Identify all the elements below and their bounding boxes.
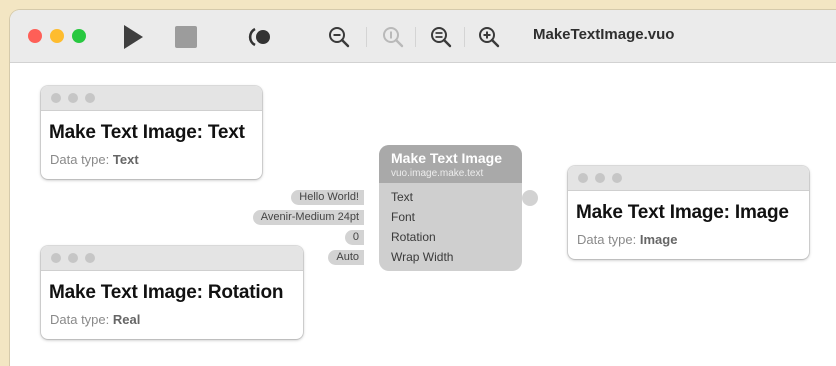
zoom-out-button[interactable] (328, 26, 350, 48)
output-port-image[interactable] (522, 190, 538, 206)
zoom-to-fit-icon (431, 27, 452, 48)
toolbar-separator (464, 27, 465, 47)
zoom-window-button[interactable] (85, 253, 95, 263)
show-events-icon (248, 27, 270, 47)
zoom-actual-icon (383, 27, 404, 48)
port-constant-rotation[interactable]: 0 (344, 230, 364, 245)
make-text-image-node[interactable]: Make Text Image vuo.image.make.text Text… (379, 145, 522, 271)
port-window-title-bar[interactable] (41, 86, 262, 111)
zoom-to-fit-button[interactable] (430, 26, 452, 48)
input-port-font[interactable]: Font (391, 210, 415, 224)
published-port-window-image[interactable]: Make Text Image: Image Data type: Image (568, 166, 809, 259)
minimize-button[interactable] (68, 93, 78, 103)
minimize-button[interactable] (595, 173, 605, 183)
zoom-window-button[interactable] (612, 173, 622, 183)
close-button[interactable] (51, 93, 61, 103)
input-port-rotation[interactable]: Rotation (391, 230, 436, 244)
input-port-text[interactable]: Text (391, 190, 413, 204)
port-constant-font[interactable]: Avenir-Medium 24pt (252, 210, 364, 225)
data-type-value: Real (112, 312, 141, 327)
data-type-value: Text (112, 152, 139, 167)
minimize-button[interactable] (50, 29, 64, 43)
close-button[interactable] (578, 173, 588, 183)
toolbar-separator (415, 27, 416, 47)
data-type-label: Data type: Real (50, 312, 141, 327)
port-constant-wrap-width[interactable]: Auto (328, 250, 364, 265)
port-window-title-bar[interactable] (41, 246, 303, 271)
port-window-title: Make Text Image: Image (576, 202, 789, 223)
composition-window: MakeTextImage.vuo Make Text Image: Text … (10, 10, 836, 366)
data-type-label: Data type: Image (577, 232, 678, 247)
run-button[interactable] (120, 24, 146, 50)
port-constant-text[interactable]: Hello World! (291, 190, 364, 205)
show-events-button[interactable] (248, 27, 272, 47)
title-bar: MakeTextImage.vuo (10, 10, 836, 63)
published-port-window-text[interactable]: Make Text Image: Text Data type: Text (41, 86, 262, 179)
zoom-out-icon (329, 27, 350, 48)
toolbar-separator (366, 27, 367, 47)
zoom-actual-size-button[interactable] (382, 26, 404, 48)
zoom-in-button[interactable] (478, 26, 500, 48)
input-port-wrap-width[interactable]: Wrap Width (391, 250, 453, 264)
close-button[interactable] (51, 253, 61, 263)
node-class-name: vuo.image.make.text (391, 168, 484, 179)
play-icon (124, 25, 143, 49)
data-type-label: Data type: Text (50, 152, 139, 167)
zoom-in-icon (479, 27, 500, 48)
window-title: MakeTextImage.vuo (533, 26, 675, 43)
port-window-title: Make Text Image: Text (49, 122, 245, 143)
close-button[interactable] (28, 29, 42, 43)
stop-button[interactable] (174, 25, 198, 49)
node-title: Make Text Image (391, 150, 503, 166)
published-port-window-rotation[interactable]: Make Text Image: Rotation Data type: Rea… (41, 246, 303, 339)
stop-icon (175, 26, 197, 48)
minimize-button[interactable] (68, 253, 78, 263)
port-window-title: Make Text Image: Rotation (49, 282, 284, 303)
port-window-title-bar[interactable] (568, 166, 809, 191)
data-type-value: Image (639, 232, 678, 247)
zoom-window-button[interactable] (72, 29, 86, 43)
zoom-window-button[interactable] (85, 93, 95, 103)
